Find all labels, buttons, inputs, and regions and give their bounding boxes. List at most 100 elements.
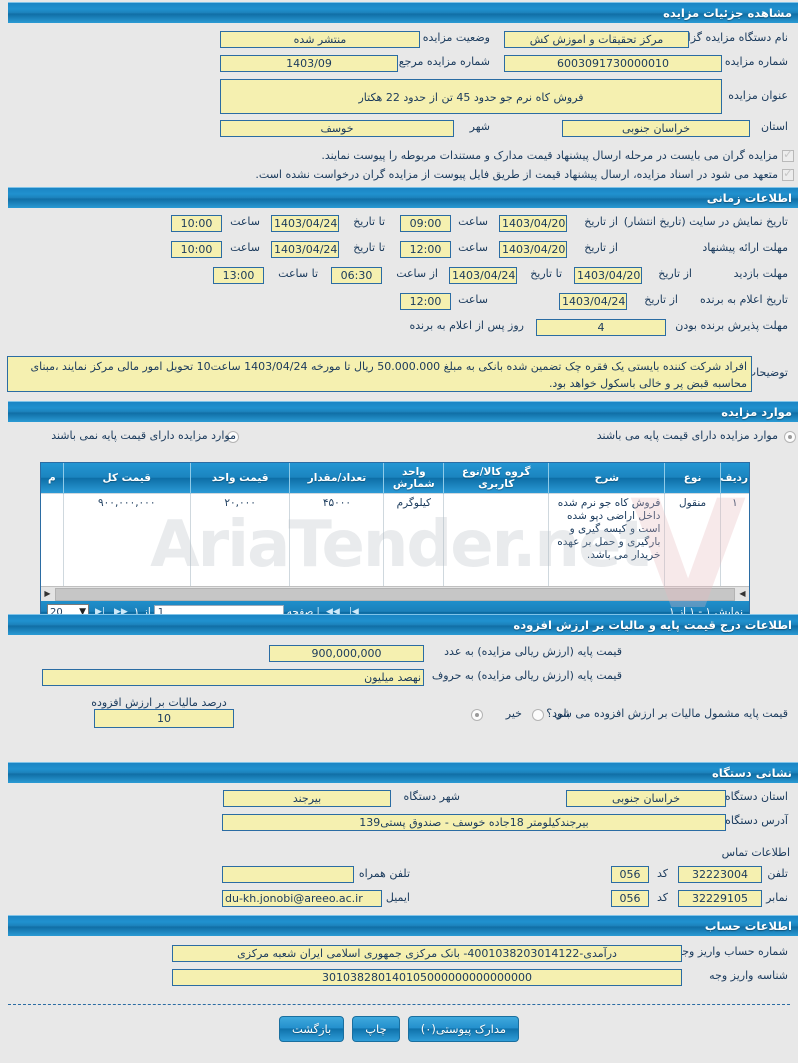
field-phone[interactable]: 32223004 (678, 866, 762, 883)
label-vat-question: قیمت پایه مشمول مالیات بر ارزش افزوده می… (546, 707, 788, 720)
radio-vat-yes[interactable] (532, 709, 544, 721)
field-accept-days[interactable]: 4 (536, 319, 666, 336)
cell-description: فروش کاه جو نرم شده داخل اراضی دپو شده ا… (548, 493, 665, 586)
col-row-no[interactable]: ردیف (719, 463, 749, 494)
label-vat-no: خیر (505, 707, 522, 720)
label-to-time-3: تا ساعت (278, 267, 318, 280)
field-publish-from-time[interactable]: 09:00 (400, 215, 451, 232)
col-type[interactable]: نوع (664, 463, 721, 494)
section-title-time-info: اطلاعات زمانی (706, 191, 792, 205)
field-winner-from-date[interactable]: 1403/04/24 (559, 293, 627, 310)
field-account-number[interactable]: درآمدی-4001038203014122- بانک مرکزی جمهو… (172, 945, 682, 962)
label-vat-percent: درصد مالیات بر ارزش افزوده (91, 696, 227, 709)
field-visit-from-date[interactable]: 1403/04/20 (574, 267, 642, 284)
row-base-price-numeric: قیمت پایه (ارزش ریالی مزایده) به عدد 900… (8, 640, 794, 664)
note-row-2: متعهد می شود در اسناد مزایده، ارسال پیشن… (8, 165, 794, 184)
label-to-date-2: تا تاریخ (353, 241, 385, 254)
scroll-left-arrow-icon[interactable]: ▶ (41, 587, 54, 600)
col-quantity[interactable]: تعداد/مقدار (289, 463, 384, 494)
field-base-price-numeric[interactable]: 900,000,000 (269, 645, 424, 662)
label-time-1: ساعت (458, 215, 488, 228)
footer-button-bar: مدارک پیوستی(۰) چاپ بازگشت (0, 1016, 798, 1042)
note-checkbox-2 (782, 167, 794, 181)
print-button[interactable]: چاپ (352, 1016, 400, 1042)
label-base-price-numeric: قیمت پایه (ارزش ریالی مزایده) به عدد (444, 645, 622, 658)
field-visit-to-date[interactable]: 1403/04/24 (449, 267, 517, 284)
note-text-1: مزایده گران می بایست در مرحله ارسال پیشن… (321, 149, 778, 162)
field-offer-from-time[interactable]: 12:00 (400, 241, 451, 258)
field-offer-from-date[interactable]: 1403/04/20 (499, 241, 567, 258)
field-province[interactable]: خراسان جنوبی (562, 120, 750, 137)
field-status[interactable]: منتشر شده (220, 31, 420, 48)
field-ref-number[interactable]: 1403/09 (220, 55, 398, 72)
field-auction-number[interactable]: 6003091730000010 (504, 55, 722, 72)
field-org-city[interactable]: بیرجند (223, 790, 391, 807)
label-email: ایمیل (385, 891, 410, 904)
scroll-right-arrow-icon[interactable]: ◀ (736, 587, 749, 600)
row-province-city: استان خراسان جنوبی شهر خوسف (8, 116, 794, 140)
field-org-province[interactable]: خراسان جنوبی (566, 790, 726, 807)
cell-extra (41, 493, 64, 586)
label-visit-deadline: مهلت بازدید (733, 267, 788, 280)
field-email[interactable]: du-kh.jonobi@areeo.ac.ir (222, 890, 382, 907)
cell-type: منقول (664, 493, 721, 586)
field-org-address[interactable]: بیرجندکیلومتر 18جاده خوسف - صندوق پستی13… (222, 814, 726, 831)
footer-divider (8, 1004, 790, 1005)
field-publish-to-date[interactable]: 1403/04/24 (271, 215, 339, 232)
section-title-org-address: نشانی دستگاه (712, 766, 792, 780)
label-auction-number: شماره مزایده (724, 55, 788, 68)
field-offer-to-date[interactable]: 1403/04/24 (271, 241, 339, 258)
label-mobile: تلفن همراه (358, 867, 410, 880)
col-description[interactable]: شرح (548, 463, 665, 494)
row-phone-mobile: تلفن 32223004 کد 056 تلفن همراه (8, 862, 794, 886)
field-publish-to-time[interactable]: 10:00 (171, 215, 222, 232)
label-city: شهر (469, 120, 490, 133)
radio-with-base-price[interactable] (784, 431, 796, 443)
section-header-org-address: نشانی دستگاه (8, 762, 798, 783)
field-fax-code[interactable]: 056 (611, 890, 649, 907)
field-subject[interactable]: فروش کاه نرم جو حدود 45 تن از حدود 22 هک… (220, 79, 722, 114)
field-vat-percent[interactable]: 10 (94, 709, 234, 728)
label-phone: تلفن (767, 867, 788, 880)
auction-items-table-wrapper: ردیف نوع شرح گروه کالا/نوع کاربری واحد ش… (40, 462, 750, 624)
row-account-number: شماره حساب واریز وجه درآمدی-400103820301… (8, 940, 794, 964)
table-horizontal-scrollbar[interactable]: ◀ ▶ (41, 586, 749, 601)
scrollbar-thumb[interactable] (55, 588, 735, 601)
field-fax[interactable]: 32229105 (678, 890, 762, 907)
label-fax: نمابر (766, 891, 788, 904)
note-text-2: متعهد می شود در اسناد مزایده، ارسال پیشن… (255, 168, 778, 181)
field-winner-time[interactable]: 12:00 (400, 293, 451, 310)
field-offer-to-time[interactable]: 10:00 (171, 241, 222, 258)
col-extra[interactable]: م (41, 463, 64, 494)
field-publish-from-date[interactable]: 1403/04/20 (499, 215, 567, 232)
field-visit-to-time[interactable]: 13:00 (213, 267, 264, 284)
field-base-price-words[interactable]: نهصد میلیون (42, 669, 424, 686)
attachments-button[interactable]: مدارک پیوستی(۰) (407, 1016, 520, 1042)
label-ref-number: شماره مزایده مرجع (398, 55, 490, 68)
notes-block: مزایده گران می بایست در مرحله ارسال پیشن… (8, 146, 794, 184)
cell-unit-price: ۲۰,۰۰۰ (189, 493, 290, 586)
col-unit[interactable]: واحد شمارش (383, 463, 444, 494)
field-description[interactable]: افراد شرکت کننده بایستی یک فقره چک تضمین… (7, 356, 752, 392)
field-city[interactable]: خوسف (220, 120, 454, 137)
col-unit-price[interactable]: قیمت واحد (189, 463, 290, 494)
section-title-account-info: اطلاعات حساب (704, 919, 792, 933)
field-mobile[interactable] (222, 866, 354, 883)
row-org-address: آدرس دستگاه بیرجندکیلومتر 18جاده خوسف - … (8, 809, 794, 833)
label-from-date-2: از تاریخ (584, 241, 618, 254)
col-total-price[interactable]: قیمت کل (62, 463, 191, 494)
label-to-date-1: تا تاریخ (353, 215, 385, 228)
field-visit-from-time[interactable]: 06:30 (331, 267, 382, 284)
radio-vat-no[interactable] (470, 709, 483, 721)
label-from-date-4: از تاریخ (644, 293, 678, 306)
auction-items-table: ردیف نوع شرح گروه کالا/نوع کاربری واحد ش… (41, 463, 749, 586)
auction-details-page: مشاهده جزئیات مزایده نام دستگاه مزایده گ… (0, 0, 798, 1063)
back-button[interactable]: بازگشت (278, 1016, 345, 1042)
row-org-province-city: استان دستگاه خراسان جنوبی شهر دستگاه بیر… (8, 785, 794, 809)
row-fax-email: نمابر 32229105 کد 056 ایمیل du-kh.jonobi… (8, 886, 794, 910)
section-header-base-price: اطلاعات درج قیمت پایه و مالیات بر ارزش ا… (8, 614, 798, 635)
field-phone-code[interactable]: 056 (611, 866, 649, 883)
field-org-name[interactable]: مرکز تحقیقات و اموزش کش (504, 31, 689, 48)
col-goods-group[interactable]: گروه کالا/نوع کاربری (443, 463, 549, 494)
field-shenase[interactable]: 301038280140105000000000000000 (172, 969, 682, 986)
